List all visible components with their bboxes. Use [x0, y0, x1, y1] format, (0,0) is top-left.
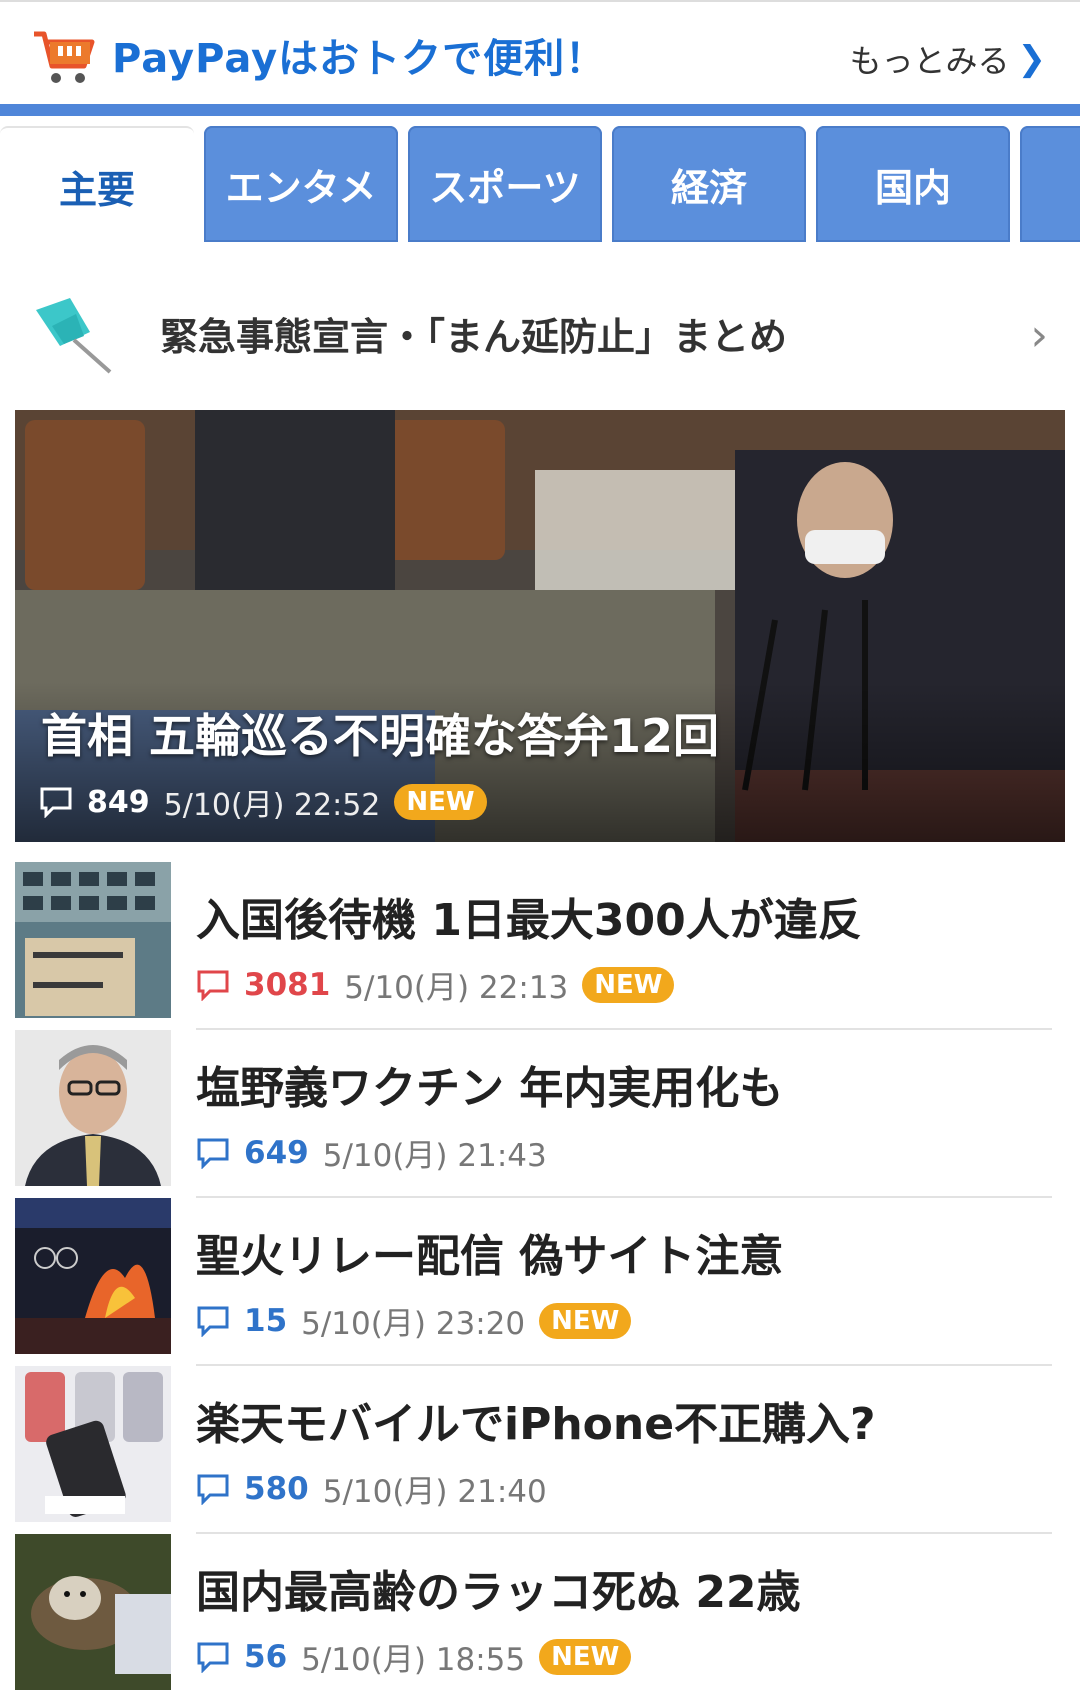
comment-count: 3081 [244, 966, 331, 1003]
more-link[interactable]: もっとみる ❯ [849, 36, 1046, 82]
article-meta: 649 5/10(月) 21:43 [196, 1130, 547, 1175]
article-thumbnail [15, 1366, 171, 1522]
comment-icon [197, 1474, 229, 1505]
article-item[interactable]: 楽天モバイルでiPhone不正購入? 580 5/10(月) 21:40 [0, 1366, 1080, 1534]
paypay-promo-banner[interactable]: PayPayはおトクで便利！ もっとみる ❯ [0, 0, 1080, 106]
timestamp: 5/10(月) 23:20 [301, 1306, 526, 1342]
hero-article[interactable]: 首相 五輪巡る不明確な答弁12回 849 5/10(月) 22:52 NEW [15, 410, 1065, 842]
tab-economy[interactable]: 経済 [612, 126, 806, 242]
article-meta: 580 5/10(月) 21:40 [196, 1466, 547, 1511]
tab-sports[interactable]: スポーツ [408, 126, 602, 242]
timestamp: 5/10(月) 18:55 [301, 1642, 526, 1678]
pinned-topic-label: 緊急事態宣言・「まん延防止」まとめ [160, 315, 788, 359]
comment-icon [197, 1138, 229, 1169]
new-badge: NEW [394, 784, 487, 820]
hero-headline: 首相 五輪巡る不明確な答弁12回 [41, 709, 720, 763]
comment-count: 15 [244, 1302, 288, 1339]
article-thumbnail [15, 1030, 171, 1186]
new-badge: NEW [539, 1638, 632, 1675]
article-meta: 3081 5/10(月) 22:13 NEW [196, 962, 675, 1007]
article-meta: 15 5/10(月) 23:20 NEW [196, 1298, 632, 1343]
tab-next-partial[interactable] [1020, 126, 1080, 242]
pinned-topic-link[interactable]: 緊急事態宣言・「まん延防止」まとめ › [0, 270, 1080, 390]
category-tabs: 主要 エンタメ スポーツ 経済 国内 [0, 116, 1080, 242]
comment-icon [197, 970, 229, 1001]
article-thumbnail [15, 1198, 171, 1354]
article-item[interactable]: 塩野義ワクチン 年内実用化も 649 5/10(月) 21:43 [0, 1030, 1080, 1198]
article-headline: 楽天モバイルでiPhone不正購入? [196, 1399, 876, 1450]
article-meta: 56 5/10(月) 18:55 NEW [196, 1634, 632, 1679]
hero-meta: 849 5/10(月) 22:52 NEW [39, 780, 487, 824]
article-item[interactable]: 入国後待機 1日最大300人が違反 3081 5/10(月) 22:13 NEW [0, 862, 1080, 1030]
chevron-right-icon: ❯ [1017, 39, 1047, 79]
comment-count: 649 [244, 1134, 309, 1171]
more-link-label: もっとみる [849, 42, 1010, 80]
article-item[interactable]: 国内最高齢のラッコ死ぬ 22歳 56 5/10(月) 18:55 NEW [0, 1534, 1080, 1702]
timestamp: 5/10(月) 21:43 [322, 1138, 547, 1174]
article-thumbnail [15, 862, 171, 1018]
article-headline: 国内最高齢のラッコ死ぬ 22歳 [196, 1567, 801, 1618]
comment-count: 849 [87, 784, 150, 820]
new-badge: NEW [582, 966, 675, 1003]
tab-bar-top-border [0, 104, 1080, 116]
tab-entertainment[interactable]: エンタメ [204, 126, 398, 242]
comment-count: 56 [244, 1638, 288, 1675]
comment-icon [197, 1642, 229, 1673]
pushpin-icon [36, 298, 112, 374]
shopping-cart-icon [34, 31, 95, 83]
article-headline: 塩野義ワクチン 年内実用化も [196, 1063, 784, 1114]
timestamp: 5/10(月) 22:13 [344, 970, 569, 1006]
article-item[interactable]: 聖火リレー配信 偽サイト注意 15 5/10(月) 23:20 NEW [0, 1198, 1080, 1366]
promo-title: PayPayはおトクで便利！ [112, 36, 607, 82]
comment-count: 580 [244, 1470, 309, 1507]
article-thumbnail [15, 1534, 171, 1690]
timestamp: 5/10(月) 21:40 [322, 1474, 547, 1510]
comment-icon [40, 787, 72, 818]
article-headline: 入国後待機 1日最大300人が違反 [196, 895, 862, 946]
new-badge: NEW [539, 1302, 632, 1339]
tab-main[interactable]: 主要 [0, 126, 194, 242]
comment-icon [197, 1306, 229, 1337]
timestamp: 5/10(月) 22:52 [163, 788, 381, 823]
article-headline: 聖火リレー配信 偽サイト注意 [196, 1231, 784, 1282]
tab-domestic[interactable]: 国内 [816, 126, 1010, 242]
chevron-right-icon: › [1030, 310, 1048, 361]
